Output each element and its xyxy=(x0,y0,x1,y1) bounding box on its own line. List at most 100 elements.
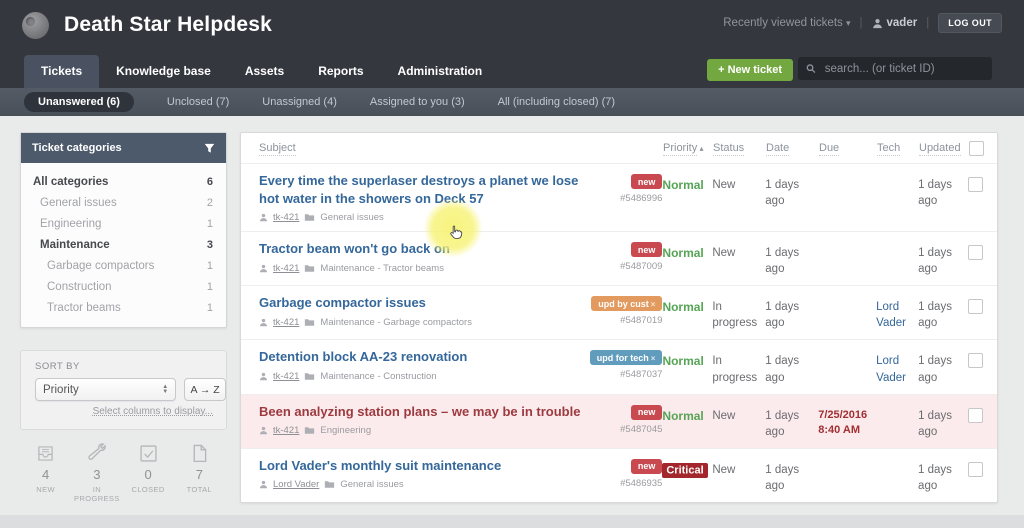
status-cell: New xyxy=(712,457,765,478)
user-menu[interactable]: vader xyxy=(872,17,918,29)
status-badge[interactable]: upd for tech× xyxy=(590,350,663,365)
ticket-from-link[interactable]: Lord Vader xyxy=(273,479,319,490)
filter-unassigned-4[interactable]: Unassigned (4) xyxy=(262,96,337,108)
sort-field-select[interactable]: Priority ▲▼ xyxy=(35,378,176,401)
ticket-from-link[interactable]: tk-421 xyxy=(273,425,299,436)
category-item-general-issues[interactable]: General issues2 xyxy=(21,192,226,213)
status-badge[interactable]: new xyxy=(631,459,663,474)
tab-administration[interactable]: Administration xyxy=(381,55,500,88)
due-cell xyxy=(818,348,876,353)
tech-cell[interactable]: Lord Vader xyxy=(876,294,918,331)
ticket-row[interactable]: Every time the superlaser destroys a pla… xyxy=(241,163,997,231)
ticket-row[interactable]: Been analyzing station plans – we may be… xyxy=(241,394,997,448)
column-header-priority[interactable]: Priority ▴ xyxy=(663,142,713,154)
row-checkbox[interactable] xyxy=(968,299,983,314)
status-badge[interactable]: upd by cust× xyxy=(591,296,662,311)
filter-assigned-to-you-3[interactable]: Assigned to you (3) xyxy=(370,96,465,108)
search-box[interactable] xyxy=(798,57,992,80)
column-header-updated[interactable]: Updated xyxy=(919,142,969,154)
tech-cell[interactable] xyxy=(876,457,918,462)
category-item-engineering[interactable]: Engineering1 xyxy=(21,213,226,234)
category-count: 3 xyxy=(207,239,213,251)
tech-cell[interactable] xyxy=(876,172,918,177)
row-checkbox[interactable] xyxy=(968,408,983,423)
due-cell xyxy=(818,457,876,462)
updated-cell: 1 days ago xyxy=(918,457,968,494)
badge-dismiss-icon[interactable]: × xyxy=(651,354,656,363)
ticket-subject-link[interactable]: Been analyzing station plans – we may be… xyxy=(259,403,589,421)
row-checkbox[interactable] xyxy=(968,462,983,477)
person-icon xyxy=(259,372,268,381)
ticket-row[interactable]: Lord Vader's monthly suit maintenance Lo… xyxy=(241,448,997,502)
category-item-tractor-beams[interactable]: Tractor beams1 xyxy=(21,297,226,318)
column-header-subject[interactable]: Subject xyxy=(259,142,663,154)
ticket-subject-link[interactable]: Every time the superlaser destroys a pla… xyxy=(259,172,589,207)
wrench-icon xyxy=(71,443,122,465)
ticket-id: #5487037 xyxy=(620,369,662,380)
tech-cell[interactable] xyxy=(876,403,918,408)
status-badge[interactable]: new xyxy=(631,174,663,189)
updated-cell: 1 days ago xyxy=(918,172,968,209)
ticket-categories-panel: Ticket categories All categories6General… xyxy=(20,132,227,328)
search-input[interactable] xyxy=(823,62,984,76)
ticket-table: SubjectPriority ▴StatusDateDueTechUpdate… xyxy=(240,132,998,503)
username: vader xyxy=(887,17,918,29)
tab-assets[interactable]: Assets xyxy=(228,55,301,88)
recently-viewed-dropdown[interactable]: Recently viewed tickets ▾ xyxy=(723,17,850,29)
column-header-status[interactable]: Status xyxy=(713,142,766,154)
row-checkbox[interactable] xyxy=(968,353,983,368)
app-header: Death Star Helpdesk Recently viewed tick… xyxy=(0,0,1024,88)
ticket-row[interactable]: Garbage compactor issues tk-421 Maintena… xyxy=(241,285,997,339)
select-columns-link[interactable]: Select columns to display... xyxy=(93,406,213,417)
ticket-from-link[interactable]: tk-421 xyxy=(273,371,299,382)
tab-reports[interactable]: Reports xyxy=(301,55,380,88)
filter-funnel-icon[interactable] xyxy=(204,143,215,154)
category-item-garbage-compactors[interactable]: Garbage compactors1 xyxy=(21,255,226,276)
due-cell xyxy=(818,294,876,299)
select-arrows-icon: ▲▼ xyxy=(162,385,168,394)
ticket-from-link[interactable]: tk-421 xyxy=(273,263,299,274)
new-ticket-button[interactable]: + New ticket xyxy=(707,59,793,81)
updated-cell: 1 days ago xyxy=(918,403,968,440)
tech-cell[interactable]: Lord Vader xyxy=(876,348,918,385)
ticket-row[interactable]: Detention block AA-23 renovation tk-421 … xyxy=(241,339,997,393)
status-badge[interactable]: new xyxy=(631,242,663,257)
stat-label: CLOSED xyxy=(123,485,174,494)
date-cell: 1 days ago xyxy=(765,172,818,209)
ticket-from-link[interactable]: tk-421 xyxy=(273,317,299,328)
category-item-all-categories[interactable]: All categories6 xyxy=(21,171,226,192)
stat-in-progress: 3IN PROGRESS xyxy=(71,443,122,503)
category-item-construction[interactable]: Construction1 xyxy=(21,276,226,297)
select-all-checkbox[interactable] xyxy=(969,141,984,156)
ticket-row[interactable]: Tractor beam won't go back on tk-421 Mai… xyxy=(241,231,997,285)
table-header: SubjectPriority ▴StatusDateDueTechUpdate… xyxy=(241,133,997,163)
row-checkbox[interactable] xyxy=(968,245,983,260)
logout-button[interactable]: LOG OUT xyxy=(938,13,1002,33)
column-header-date[interactable]: Date xyxy=(766,142,819,154)
row-checkbox[interactable] xyxy=(968,177,983,192)
filter-unclosed-7[interactable]: Unclosed (7) xyxy=(167,96,229,108)
column-header-tech[interactable]: Tech xyxy=(877,142,919,154)
category-item-maintenance[interactable]: Maintenance3 xyxy=(21,234,226,255)
app-title: Death Star Helpdesk xyxy=(64,13,272,37)
ticket-category: Engineering xyxy=(320,425,371,436)
ticket-from-link[interactable]: tk-421 xyxy=(273,212,299,223)
tech-cell[interactable] xyxy=(876,240,918,245)
badge-dismiss-icon[interactable]: × xyxy=(651,300,656,309)
status-badge[interactable]: new xyxy=(631,405,663,420)
ticket-meta: tk-421 Maintenance - Construction xyxy=(259,371,588,382)
badge-cell: new #5487045 xyxy=(599,403,663,435)
tab-knowledge-base[interactable]: Knowledge base xyxy=(99,55,228,88)
ticket-subject-link[interactable]: Detention block AA-23 renovation xyxy=(259,348,588,366)
sort-direction-button[interactable]: A → Z xyxy=(184,378,226,401)
ticket-subject-link[interactable]: Garbage compactor issues xyxy=(259,294,588,312)
ticket-subject-link[interactable]: Lord Vader's monthly suit maintenance xyxy=(259,457,588,475)
ticket-subject-link[interactable]: Tractor beam won't go back on xyxy=(259,240,589,258)
sort-by-label: SORT BY xyxy=(35,361,226,372)
tab-tickets[interactable]: Tickets xyxy=(24,55,99,88)
folder-icon xyxy=(304,264,315,273)
column-header-due[interactable]: Due xyxy=(819,142,877,154)
page-bottom-strip xyxy=(0,515,1024,528)
filter-unanswered-6[interactable]: Unanswered (6) xyxy=(24,92,134,112)
filter-all-including-closed-7[interactable]: All (including closed) (7) xyxy=(498,96,615,108)
